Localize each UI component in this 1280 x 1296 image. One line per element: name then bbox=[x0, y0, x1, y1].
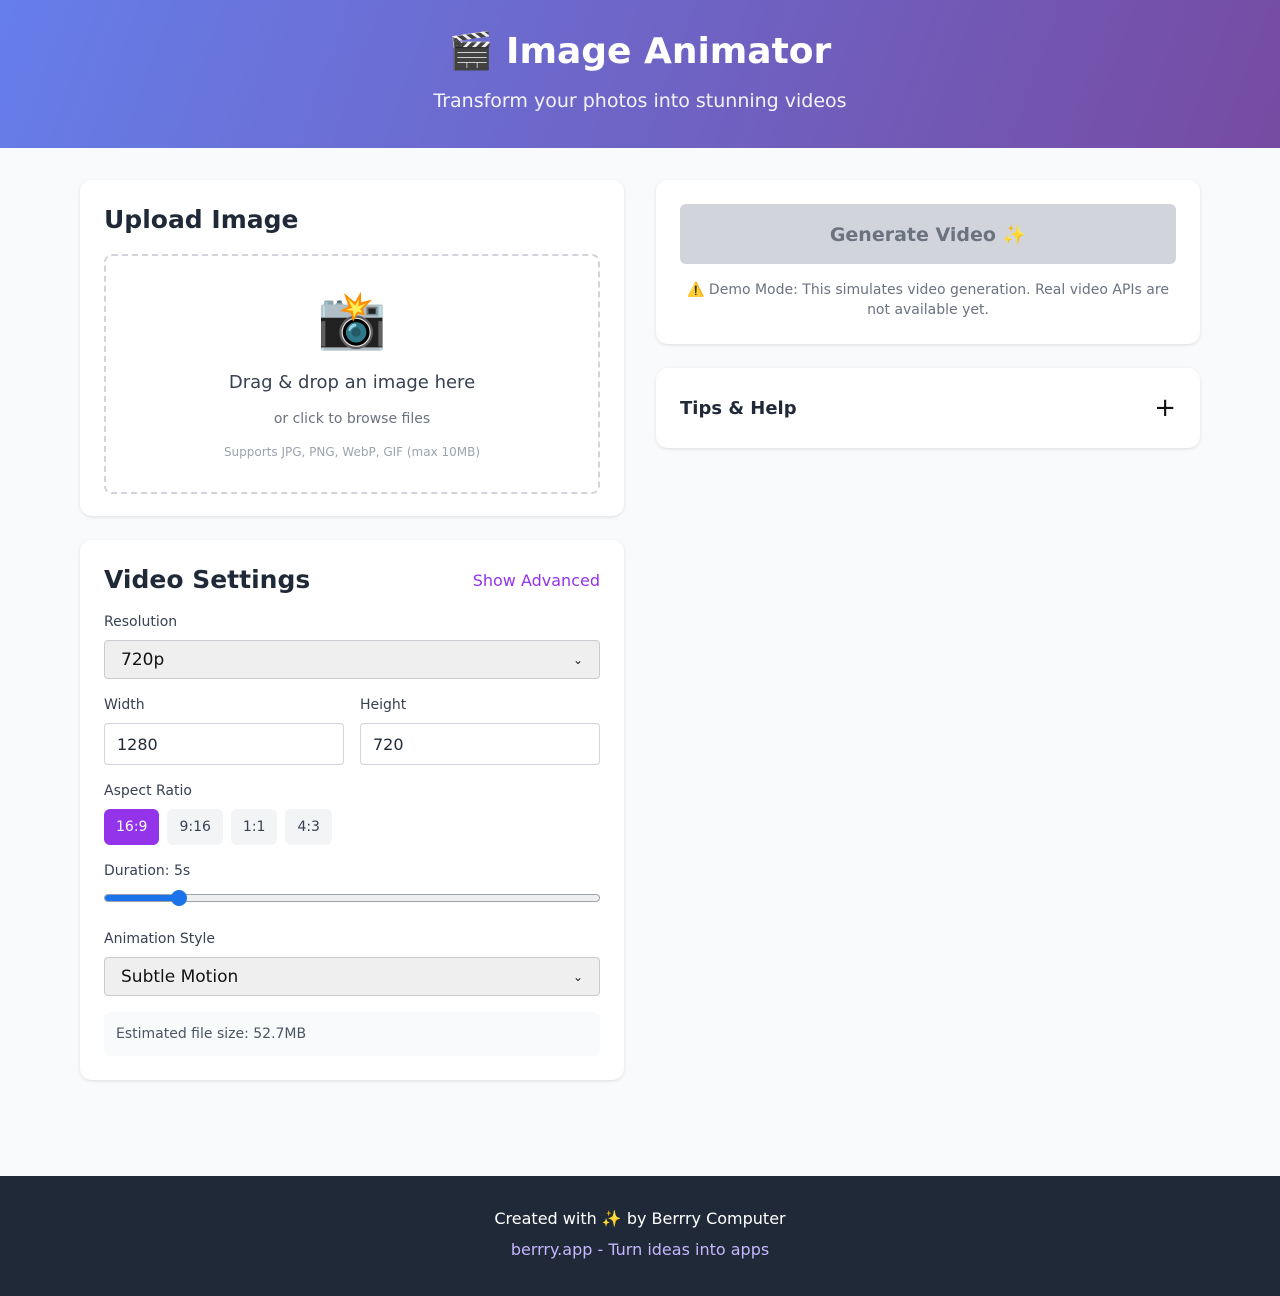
height-label: Height bbox=[360, 697, 407, 713]
main-content: Upload Image 📸 Drag & drop an image here… bbox=[0, 148, 1280, 1176]
app-footer: Created with ✨ by Berrry Computer berrry… bbox=[0, 1176, 1280, 1296]
duration-slider[interactable] bbox=[104, 890, 600, 906]
video-settings-card: Video Settings Show Advanced Resolution … bbox=[80, 540, 624, 1080]
aspect-ratio-16-9[interactable]: 16:9 bbox=[104, 809, 160, 845]
camera-flash-icon: 📸 bbox=[317, 288, 387, 353]
animation-style-select[interactable]: Subtle Motion ⌄ bbox=[104, 957, 600, 996]
aspect-ratio-9-16[interactable]: 9:16 bbox=[167, 809, 223, 845]
aspect-ratio-label: Aspect Ratio bbox=[104, 783, 192, 799]
aspect-ratio-4-3[interactable]: 4:3 bbox=[285, 809, 332, 845]
estimated-file-size: Estimated file size: 52.7MB bbox=[104, 1012, 600, 1056]
settings-header: Video Settings Show Advanced bbox=[104, 564, 600, 596]
resolution-select[interactable]: 720p ⌄ bbox=[104, 640, 600, 679]
animation-style-label: Animation Style bbox=[104, 931, 215, 947]
app-title: 🎬 Image Animator bbox=[448, 31, 832, 72]
dropzone-formats-text: Supports JPG, PNG, WebP, GIF (max 10MB) bbox=[223, 445, 481, 459]
upload-title: Upload Image bbox=[104, 205, 299, 234]
plus-icon: + bbox=[1154, 393, 1176, 423]
duration-label: Duration: 5s bbox=[104, 863, 191, 879]
show-advanced-button[interactable]: Show Advanced bbox=[473, 571, 600, 590]
chevron-down-icon: ⌄ bbox=[572, 652, 583, 667]
tips-help-toggle[interactable]: Tips & Help + bbox=[656, 368, 1200, 448]
aspect-ratio-group: 16:9 9:16 1:1 4:3 bbox=[104, 809, 332, 845]
generate-card: Generate Video ✨ ⚠️ Demo Mode: This simu… bbox=[656, 180, 1200, 344]
resolution-value: 720p bbox=[121, 649, 165, 670]
app-header: 🎬 Image Animator Transform your photos i… bbox=[0, 0, 1280, 148]
duration-slider-thumb[interactable] bbox=[171, 890, 188, 906]
demo-mode-note: ⚠️ Demo Mode: This simulates video gener… bbox=[687, 282, 1169, 318]
width-input[interactable]: 1280 bbox=[104, 723, 344, 765]
footer-credit: Created with ✨ by Berrry Computer bbox=[494, 1209, 786, 1228]
settings-title: Video Settings bbox=[104, 565, 311, 594]
dropzone-primary-text: Drag & drop an image here bbox=[228, 372, 476, 393]
tips-help-title: Tips & Help bbox=[680, 397, 797, 419]
animation-style-value: Subtle Motion bbox=[121, 966, 239, 987]
aspect-ratio-1-1[interactable]: 1:1 bbox=[230, 809, 278, 845]
width-label: Width bbox=[104, 697, 145, 713]
upload-card: Upload Image 📸 Drag & drop an image here… bbox=[80, 180, 624, 516]
generate-video-button[interactable]: Generate Video ✨ bbox=[680, 204, 1176, 264]
chevron-down-icon: ⌄ bbox=[572, 969, 583, 984]
height-input[interactable]: 720 bbox=[360, 723, 600, 765]
footer-link[interactable]: berrry.app - Turn ideas into apps bbox=[0, 1240, 1280, 1259]
dropzone-browse-text: or click to browse files bbox=[273, 411, 431, 427]
app-subtitle: Transform your photos into stunning vide… bbox=[433, 90, 847, 112]
image-dropzone[interactable]: 📸 Drag & drop an image here or click to … bbox=[104, 254, 600, 494]
resolution-label: Resolution bbox=[104, 614, 178, 630]
duration-slider-fill bbox=[105, 895, 180, 901]
